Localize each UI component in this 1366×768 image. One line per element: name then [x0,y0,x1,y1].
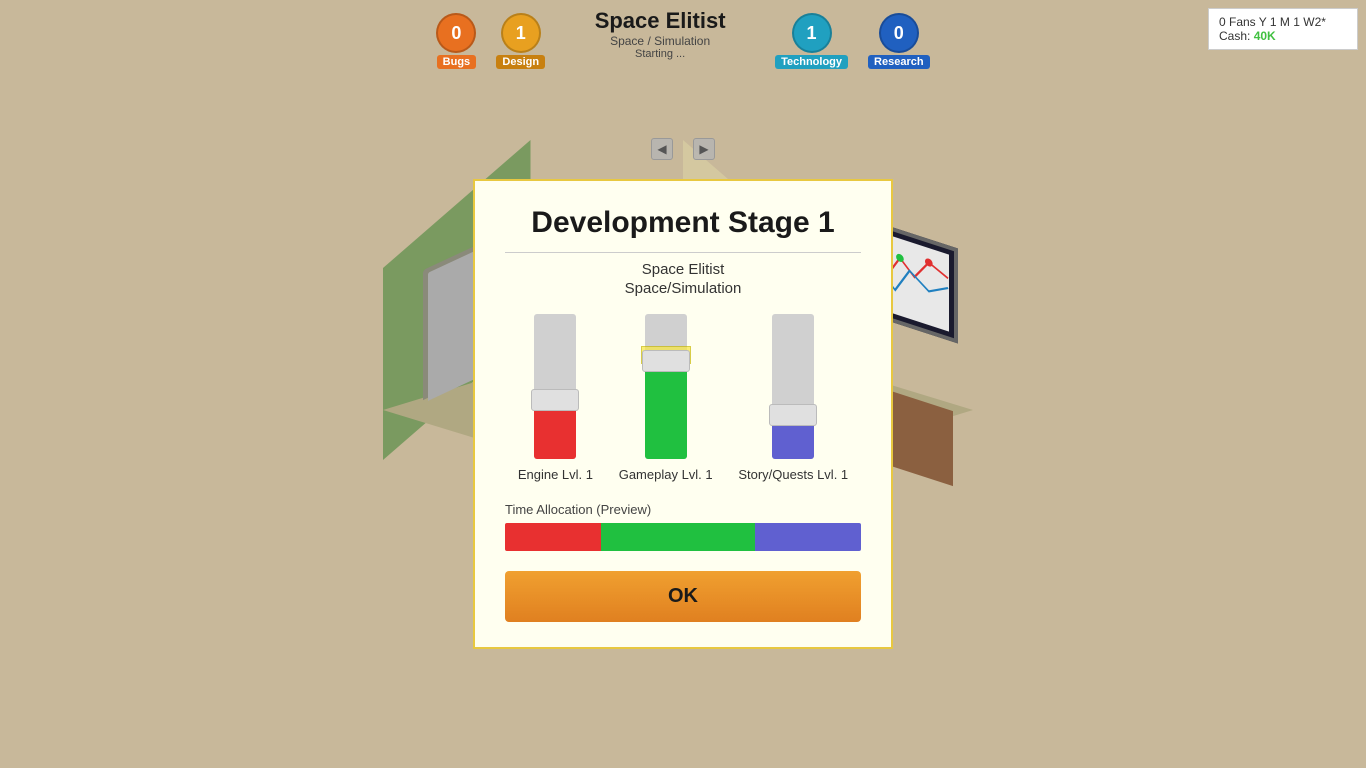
time-seg-engine [505,523,601,551]
time-seg-gameplay [601,523,755,551]
gameplay-slider-label: Gameplay Lvl. 1 [619,467,713,482]
engine-slider-col: Engine Lvl. 1 [518,314,593,482]
sliders-container: Engine Lvl. 1 Gameplay Lvl. 1 Story/Ques… [505,317,861,482]
time-alloc-bar [505,523,861,551]
engine-slider-handle[interactable] [531,389,579,411]
gameplay-slider-handle[interactable] [642,350,690,372]
story-slider-handle[interactable] [769,404,817,426]
story-slider-track[interactable] [772,314,814,459]
time-allocation-section: Time Allocation (Preview) [505,502,861,551]
ok-button[interactable]: OK [505,571,861,622]
engine-slider-track[interactable] [534,314,576,459]
engine-slider-label: Engine Lvl. 1 [518,467,593,482]
modal-title: Development Stage 1 [505,206,861,253]
gameplay-slider-col: Gameplay Lvl. 1 [619,314,713,482]
time-seg-story [755,523,861,551]
story-slider-label: Story/Quests Lvl. 1 [738,467,848,482]
modal-game-name: Space Elitist [505,261,861,278]
gameplay-slider-track[interactable] [645,314,687,459]
time-alloc-title: Time Allocation (Preview) [505,502,861,517]
modal-overlay: Development Stage 1 Space Elitist Space/… [0,0,1366,768]
development-stage-modal: Development Stage 1 Space Elitist Space/… [473,179,893,649]
modal-genre: Space/Simulation [505,280,861,297]
story-slider-col: Story/Quests Lvl. 1 [738,314,848,482]
